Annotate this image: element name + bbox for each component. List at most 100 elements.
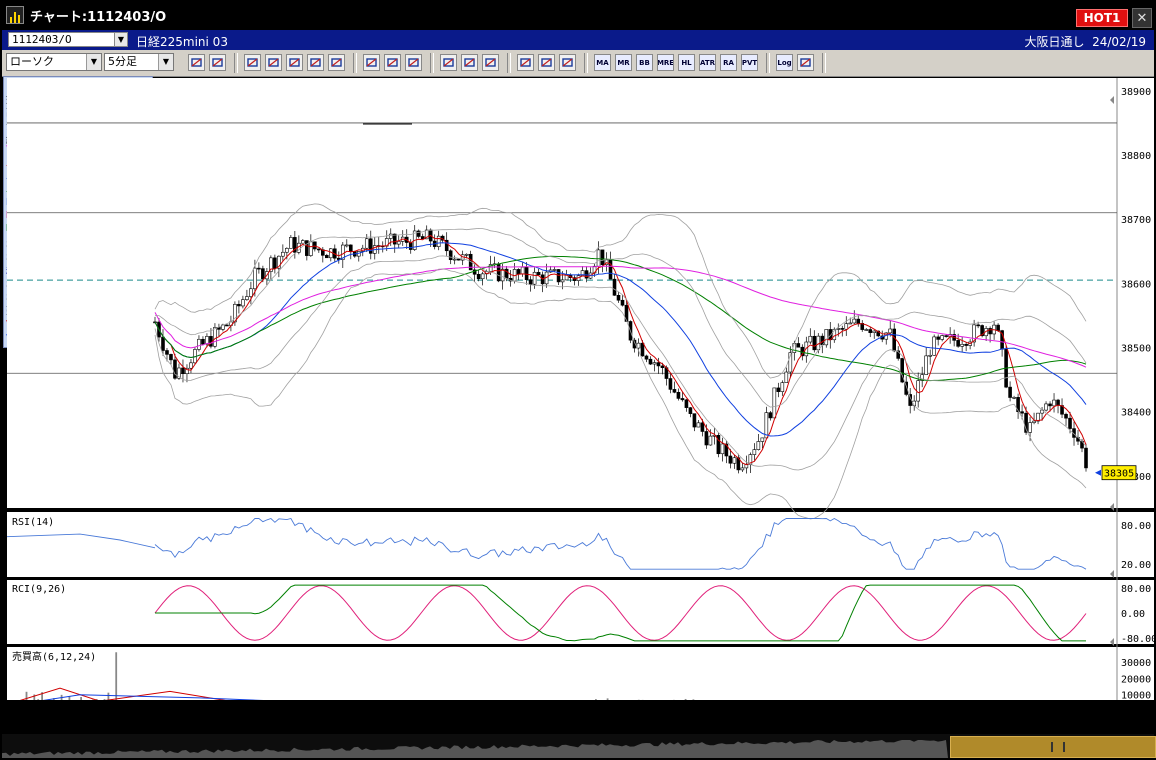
- bb-icon[interactable]: BB: [636, 54, 653, 71]
- candle-body: [568, 274, 573, 278]
- candle-body: [1068, 417, 1072, 429]
- candle-body: [428, 229, 433, 242]
- line-icon[interactable]: MA: [594, 54, 611, 71]
- candle-body: [988, 328, 992, 335]
- info-icon[interactable]: [328, 54, 345, 71]
- volume-bar: [52, 698, 55, 700]
- volume-bar: [25, 691, 28, 700]
- candle-body: [321, 249, 325, 256]
- candle-body: [348, 244, 353, 252]
- candle-body: [436, 235, 441, 247]
- candle-body: [912, 400, 916, 406]
- band-upper-2: [154, 203, 1087, 379]
- candle-body: [780, 382, 785, 392]
- bar-icon[interactable]: [384, 54, 401, 71]
- candle-body: [628, 321, 633, 341]
- log-icon[interactable]: Log: [776, 54, 793, 71]
- close-button[interactable]: ✕: [1132, 8, 1152, 28]
- toolbar-separator: [430, 53, 434, 73]
- candle-body: [648, 358, 653, 365]
- tile-icon[interactable]: [265, 54, 282, 71]
- all-icon[interactable]: [405, 54, 422, 71]
- atr-icon[interactable]: ATR: [699, 54, 716, 71]
- candle-body: [205, 336, 209, 345]
- info-row: V平均2 6486.83: [6, 329, 149, 344]
- settings-icon[interactable]: [517, 54, 534, 71]
- info-row: 高値 38370: [6, 104, 149, 119]
- candle-body: [356, 251, 361, 257]
- info-value: 38613.09: [100, 236, 149, 248]
- band-lower-2: [154, 268, 1087, 520]
- price-tick-label: 38300: [1121, 472, 1151, 483]
- chart-type-select[interactable]: ローソク ▼: [6, 53, 102, 71]
- toolbar-separator: [353, 53, 357, 73]
- candle-body: [672, 389, 677, 393]
- candle-body: [764, 412, 769, 439]
- candle-body: [980, 325, 984, 337]
- draw-icon[interactable]: [244, 54, 261, 71]
- candle-body: [444, 239, 449, 252]
- candle-body: [916, 380, 920, 402]
- candle-body: [692, 413, 697, 428]
- info-value: 38354.00: [100, 157, 149, 168]
- candle-body: [229, 321, 233, 326]
- info-row: RCI1 -41.25: [6, 210, 149, 223]
- candle-body: [928, 354, 932, 357]
- volume-bar: [60, 694, 63, 700]
- candle-icon[interactable]: [363, 54, 380, 71]
- candle-body: [416, 230, 421, 237]
- interval-select[interactable]: 5分足 ▼: [104, 53, 174, 71]
- candle-body: [784, 371, 789, 383]
- horizontal-scrollbar[interactable]: [2, 734, 1156, 758]
- candle-body: [868, 329, 873, 333]
- candle-body: [844, 323, 849, 330]
- candle-body: [880, 335, 885, 340]
- candle-body: [848, 322, 853, 325]
- hl-icon[interactable]: HL: [678, 54, 695, 71]
- indicator-icon[interactable]: [797, 54, 814, 71]
- candle-body: [776, 387, 781, 392]
- candle-body: [600, 249, 605, 266]
- scroll-marker-icon: [1110, 570, 1114, 578]
- candle-body: [576, 275, 581, 281]
- scroll-marker-icon: [1110, 96, 1114, 104]
- candle-body: [996, 324, 1000, 331]
- candle-body: [492, 263, 497, 266]
- candle-body: [504, 268, 509, 279]
- ra-icon[interactable]: RA: [720, 54, 737, 71]
- candle-body: [424, 229, 429, 240]
- symbol-code-input[interactable]: 1112403/O: [8, 32, 128, 47]
- candle-body: [704, 431, 709, 446]
- volume-bar: [95, 699, 98, 700]
- mark-icon[interactable]: [307, 54, 324, 71]
- palette-icon[interactable]: [559, 54, 576, 71]
- hot-button[interactable]: HOT1: [1076, 9, 1128, 27]
- mr-icon[interactable]: MR: [615, 54, 632, 71]
- candle-body: [368, 238, 373, 254]
- candle-body: [984, 328, 988, 337]
- info-row: V平均1 6286.00: [6, 315, 149, 330]
- candle-body: [652, 362, 657, 365]
- crosshair-icon[interactable]: [209, 54, 226, 71]
- candle-body: [700, 422, 705, 432]
- pen-icon[interactable]: [440, 54, 457, 71]
- rsi-tick-label: 80.00: [1121, 521, 1151, 532]
- search-icon[interactable]: [188, 54, 205, 71]
- candle-body: [788, 352, 793, 373]
- candle-body: [404, 236, 409, 243]
- candle-body: [812, 335, 817, 351]
- scrollbar-thumb[interactable]: [950, 736, 1156, 758]
- rsi-tick-label: 20.00: [1121, 560, 1151, 571]
- rci-title: RCI(9,26): [12, 584, 66, 595]
- candle-body: [740, 467, 745, 471]
- mre-icon[interactable]: MRE: [657, 54, 674, 71]
- trend-icon[interactable]: [482, 54, 499, 71]
- candle-body: [1064, 413, 1068, 419]
- arrow-icon[interactable]: [461, 54, 478, 71]
- info-value: 5295: [124, 302, 149, 314]
- candle-body: [512, 269, 517, 282]
- symbol-dropdown-icon[interactable]: ▼: [114, 32, 128, 47]
- color-icon[interactable]: [538, 54, 555, 71]
- pvt-icon[interactable]: PVT: [741, 54, 758, 71]
- price-tile-icon[interactable]: [286, 54, 303, 71]
